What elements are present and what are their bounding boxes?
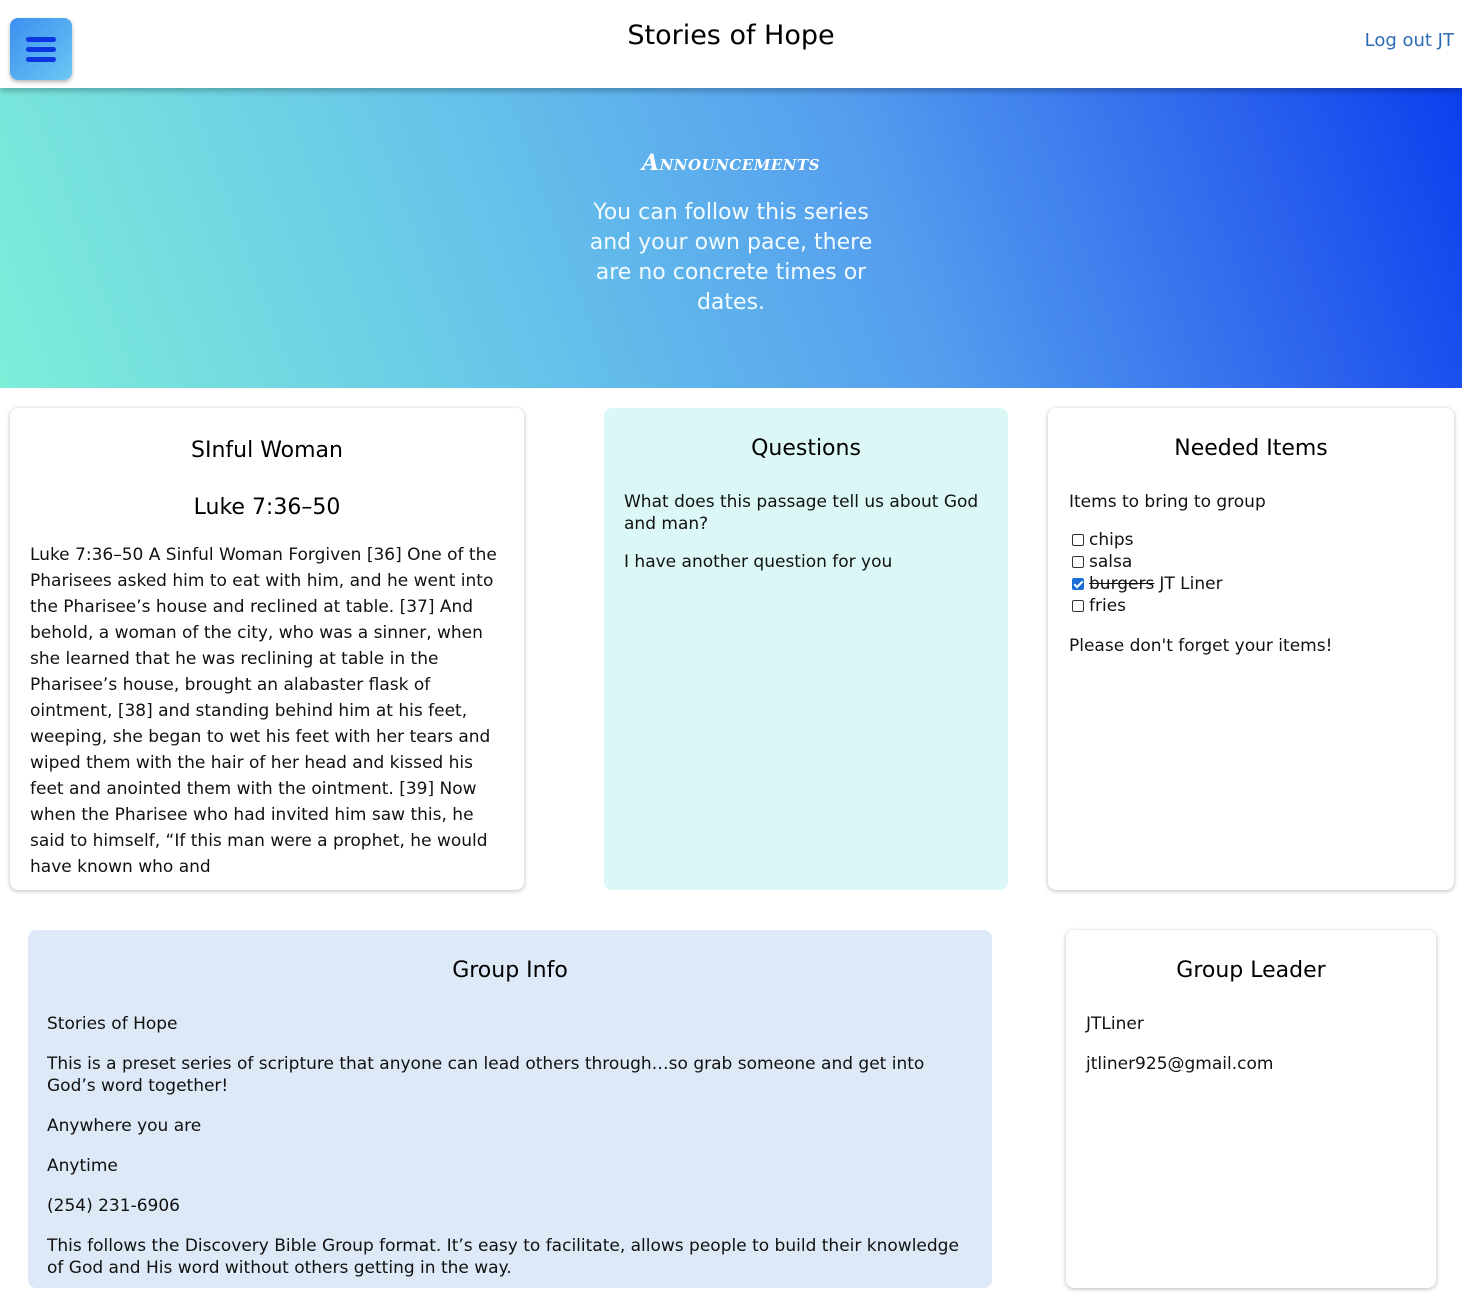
logout-link[interactable]: Log out JT [1365,30,1454,51]
leader-name: JTLiner [1086,1014,1144,1034]
questions-title: Questions [751,436,861,461]
group-info-card: Group Info Stories of Hope This is a pre… [28,930,992,1288]
announcements-title: Announcements [642,150,820,176]
needed-items-outro: Please don't forget your items! [1069,636,1333,656]
hamburger-menu-icon-bar [26,57,56,62]
needed-item: chips [1069,529,1433,551]
item-label: fries [1089,596,1127,616]
group-description: This is a preset series of scripture tha… [47,1054,925,1096]
group-time: Anytime [47,1156,118,1176]
passage-title: SInful Woman [191,438,343,463]
item-checkbox-salsa[interactable] [1072,556,1084,568]
item-label: burgers [1089,574,1155,594]
site-title: Stories of Hope [627,20,835,51]
item-checkbox-burgers[interactable] [1072,578,1084,590]
menu-button[interactable] [10,18,72,80]
group-location: Anywhere you are [47,1116,202,1136]
item-label: salsa [1089,552,1133,572]
needed-item: salsa [1069,551,1433,573]
announcements-text: You can follow this series and your own … [589,200,873,315]
hamburger-menu-icon-bar [26,47,56,52]
needed-items-intro: Items to bring to group [1069,492,1266,512]
group-name: Stories of Hope [47,1014,178,1034]
passage-card: SInful Woman Luke 7:36–50 Luke 7:36–50 A… [10,408,524,890]
group-phone: (254) 231-6906 [47,1196,180,1216]
question-item: I have another question for you [624,552,893,572]
item-taken-by: JT Liner [1159,574,1223,594]
needed-items-card: Needed Items Items to bring to group chi… [1048,408,1454,890]
hamburger-menu-icon [26,37,56,42]
passage-reference: Luke 7:36–50 [193,495,341,520]
group-info-title: Group Info [452,958,568,983]
group-format: This follows the Discovery Bible Group f… [47,1236,959,1278]
top-header: Stories of Hope Log out JT [0,0,1462,88]
questions-card: Questions What does this passage tell us… [604,408,1008,890]
group-leader-card: Group Leader JTLiner jtliner925@gmail.co… [1066,930,1436,1288]
item-checkbox-fries[interactable] [1072,600,1084,612]
leader-email: jtliner925@gmail.com [1086,1054,1274,1074]
announcements-banner: Announcements You can follow this series… [0,88,1462,388]
needed-items-title: Needed Items [1174,436,1328,461]
group-leader-title: Group Leader [1176,958,1326,983]
item-checkbox-chips[interactable] [1072,534,1084,546]
item-label: chips [1089,530,1134,550]
needed-item: burgers JT Liner [1069,573,1433,595]
passage-text: Luke 7:36–50 A Sinful Woman Forgiven [36… [30,545,497,877]
needed-item: fries [1069,595,1433,617]
question-item: What does this passage tell us about God… [624,492,979,534]
needed-items-list: chips salsa burgers JT Liner fries [1069,529,1433,617]
